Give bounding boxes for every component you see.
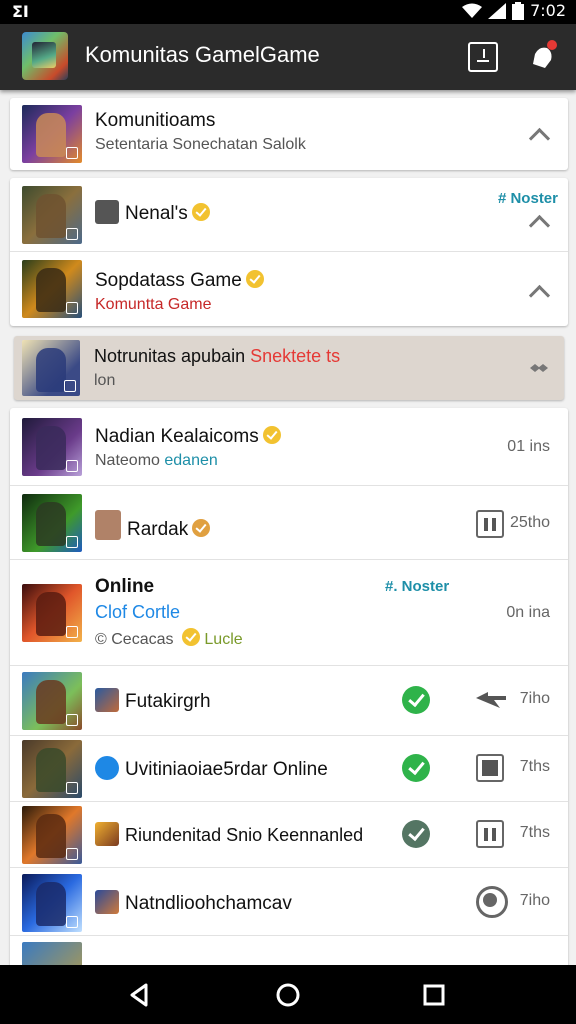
item-thumb [22, 874, 82, 932]
item-title: Sopdatass Game [95, 270, 264, 292]
item-title: Riundenitad Snio Keennanled [95, 822, 363, 846]
item-time: 7ths [519, 758, 550, 775]
item-thumb [22, 584, 82, 642]
list-item[interactable]: Sopdatass Game Komuntta Game [10, 252, 568, 326]
list-item[interactable]: Uvitiniaoiae5rdar Online 7ths [10, 736, 568, 802]
highlight-card[interactable]: Notrunitas apubain Snektete ts lon [14, 336, 564, 400]
pinned-thumb [22, 105, 82, 163]
recents-icon[interactable] [420, 981, 448, 1009]
notification-badge-dot [547, 40, 557, 50]
item-time: 25tho [509, 514, 550, 531]
list-item[interactable]: Online Clof Cortle © Cecacas Lucle #. No… [10, 560, 568, 666]
app-title: Komunitas GamelGame [85, 42, 320, 67]
wifi-icon [462, 3, 483, 18]
item-time: 7ths [519, 824, 550, 841]
check-icon[interactable] [402, 820, 430, 848]
verified-icon [245, 270, 264, 288]
columns-icon[interactable] [476, 510, 504, 538]
globe-icon [95, 756, 119, 780]
verified-icon [192, 519, 211, 537]
pinned-subtitle: Setentaria Sonechatan Salolk [95, 136, 306, 153]
item-subtitle: Clof Cortle [95, 602, 181, 622]
list-item[interactable]: Futakirgrh 7iho [10, 666, 568, 736]
collapse-icon[interactable] [528, 362, 550, 374]
app-bar: Komunitas GamelGame [0, 24, 576, 90]
verified-icon [262, 426, 281, 444]
item-title: Natndlioohchamcav [95, 890, 292, 915]
item-title: Nadian Kealaicoms [95, 426, 281, 448]
stop-icon[interactable] [476, 754, 504, 782]
item-title: Uvitiniaoiae5rdar Online [95, 756, 328, 781]
item-title: Rardak [95, 510, 211, 541]
record-icon[interactable] [476, 886, 508, 918]
home-icon[interactable] [274, 981, 302, 1009]
group-card: Nenal's # Noster Sopdatass Game Komuntta… [10, 178, 568, 326]
item-title: Nenal's [95, 200, 210, 225]
swap-icon[interactable] [474, 690, 508, 710]
main-list-card: Nadian Kealaicoms Nateomo edanen 01 ins … [10, 408, 568, 965]
status-time: 7:02 [530, 1, 566, 20]
pinned-title: Komunitioams [95, 110, 216, 131]
terminal-icon [95, 200, 119, 224]
navigation-bar [0, 965, 576, 1024]
item-title: Online [95, 576, 155, 597]
chevron-up-icon[interactable] [528, 210, 550, 232]
check-icon[interactable] [402, 754, 430, 782]
check-icon[interactable] [402, 686, 430, 714]
highlight-thumb [22, 340, 80, 396]
battery-icon [512, 1, 525, 20]
chevron-up-icon[interactable] [528, 123, 550, 145]
status-left-glyph: ΣΙ [12, 2, 29, 21]
list-item[interactable]: Riundenitad Snio Keennanled 7ths [10, 802, 568, 868]
community-list[interactable]: Komunitioams Setentaria Sonechatan Salol… [0, 90, 576, 965]
avatar [95, 688, 119, 712]
chevron-up-icon[interactable] [528, 280, 550, 302]
item-thumb [22, 494, 82, 552]
avatar [95, 822, 119, 846]
list-item[interactable]: Nenal's # Noster [10, 178, 568, 252]
avatar [95, 510, 121, 540]
pinned-card[interactable]: Komunitioams Setentaria Sonechatan Salol… [10, 98, 568, 170]
item-subtitle: Nateomo edanen [95, 452, 218, 469]
list-item[interactable]: Nadian Kealaicoms Nateomo edanen 01 ins [10, 408, 568, 486]
item-thumb [22, 418, 82, 476]
highlight-subtitle: lon [94, 372, 116, 389]
list-item[interactable]: Rardak 25tho [10, 486, 568, 560]
list-item-partial[interactable] [10, 936, 568, 965]
item-thumb [22, 672, 82, 730]
item-thumb [22, 260, 82, 318]
item-meta: © Cecacas Lucle [95, 628, 243, 649]
item-time: 7iho [519, 690, 550, 707]
status-bar: ΣΙ 7:02 [0, 0, 576, 24]
item-tag: # Noster [497, 190, 558, 207]
avatar [95, 890, 119, 914]
item-thumb [22, 186, 82, 244]
item-thumb [22, 942, 82, 965]
item-time: 7iho [519, 892, 550, 909]
item-subtitle: Komuntta Game [95, 296, 212, 313]
signal-icon [488, 2, 507, 19]
verified-icon [191, 203, 210, 221]
verified-icon [181, 628, 200, 646]
item-title: Futakirgrh [95, 688, 211, 713]
item-time: 01 ins [507, 438, 550, 455]
list-item[interactable]: Natndlioohchamcav 7iho [10, 868, 568, 936]
app-logo [22, 32, 68, 80]
columns-icon[interactable] [476, 820, 504, 848]
item-time: 0n ina [506, 604, 550, 621]
highlight-title: Notrunitas apubain Snektete ts [94, 346, 341, 366]
item-thumb [22, 740, 82, 798]
compose-icon[interactable] [468, 42, 498, 72]
item-thumb [22, 806, 82, 864]
notification-icon[interactable] [527, 40, 557, 72]
item-tag: #. Noster [385, 578, 450, 595]
back-icon[interactable] [126, 981, 154, 1009]
